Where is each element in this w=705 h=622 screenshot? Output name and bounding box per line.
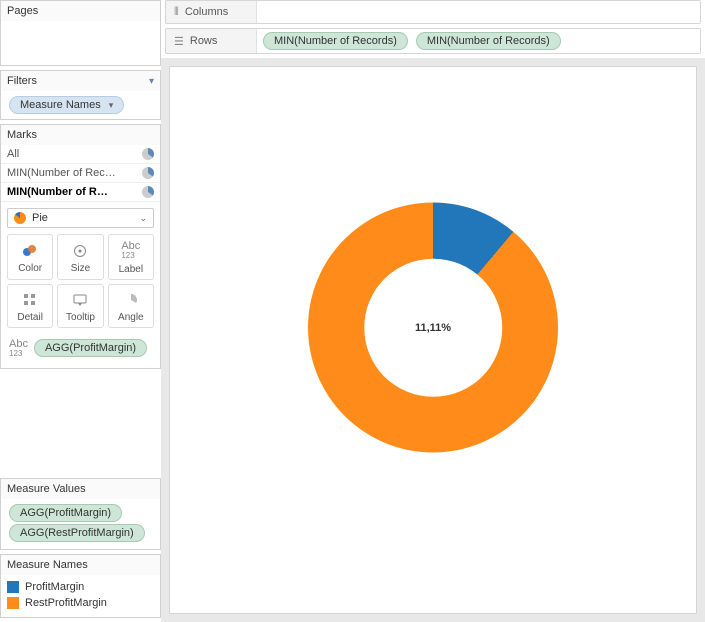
chevron-down-icon[interactable]: ▾ — [109, 100, 114, 111]
pie-icon — [142, 148, 154, 160]
detail-button[interactable]: Detail — [7, 284, 53, 328]
angle-button[interactable]: Angle — [108, 284, 154, 328]
filters-panel: Filters ▾ Measure Names ▾ — [0, 70, 161, 120]
measure-values-header: Measure Values — [1, 479, 160, 499]
detail-icon — [22, 292, 38, 308]
tooltip-button[interactable]: Tooltip — [57, 284, 103, 328]
legend-item-restprofitmargin[interactable]: RestProfitMargin — [7, 595, 154, 611]
tooltip-icon — [72, 292, 88, 308]
color-swatch — [7, 597, 19, 609]
label-icon: Abc123 — [121, 241, 140, 260]
marks-panel: Marks All MIN(Number of Rec… MIN(Number … — [0, 124, 161, 369]
filter-pill-measure-names[interactable]: Measure Names ▾ — [9, 96, 124, 114]
color-button[interactable]: Color — [7, 234, 53, 280]
pie-icon — [142, 167, 154, 179]
marks-header: Marks — [1, 125, 160, 145]
color-icon — [22, 243, 38, 259]
rows-icon: ☰ — [174, 35, 184, 48]
pill-label: Measure Names — [20, 99, 101, 111]
pie-icon — [142, 186, 154, 198]
mark-type-label: Pie — [32, 212, 48, 224]
rows-label: Rows — [190, 35, 218, 47]
cell-label: Label — [119, 264, 143, 275]
angle-icon — [123, 292, 139, 308]
columns-shelf[interactable]: ⦀ Columns — [165, 0, 701, 24]
measure-names-header: Measure Names — [1, 555, 160, 575]
marks-row-all[interactable]: All — [1, 145, 160, 164]
measure-value-pill[interactable]: AGG(RestProfitMargin) — [9, 524, 145, 542]
filters-header[interactable]: Filters ▾ — [1, 71, 160, 91]
mark-pill-profitmargin[interactable]: AGG(ProfitMargin) — [34, 339, 147, 357]
columns-label: Columns — [185, 6, 228, 18]
cell-label: Detail — [17, 312, 43, 323]
filters-body[interactable]: Measure Names ▾ — [1, 91, 160, 119]
measure-value-pill[interactable]: AGG(ProfitMargin) — [9, 504, 122, 522]
legend-item-profitmargin[interactable]: ProfitMargin — [7, 579, 154, 595]
measure-values-panel: Measure Values AGG(ProfitMargin) AGG(Res… — [0, 478, 161, 550]
chart-canvas[interactable]: 11,11% — [169, 66, 697, 614]
donut-center-label: 11,11% — [364, 259, 502, 397]
label-button[interactable]: Abc123 Label — [108, 234, 154, 280]
rows-drop[interactable]: MIN(Number of Records) MIN(Number of Rec… — [256, 29, 700, 53]
donut-chart: 11,11% — [308, 203, 558, 453]
sidebar: Pages Filters ▾ Measure Names ▾ Marks Al… — [0, 0, 161, 622]
columns-icon: ⦀ — [174, 6, 179, 19]
mark-type-select[interactable]: Pie ⌄ — [7, 208, 154, 228]
marks-row-label: MIN(Number of Rec… — [7, 167, 116, 179]
pages-body[interactable] — [1, 21, 160, 65]
label-icon: Abc123 — [9, 339, 28, 358]
pages-panel: Pages — [0, 0, 161, 66]
filters-title: Filters — [7, 75, 37, 87]
marks-row-min1[interactable]: MIN(Number of Rec… — [1, 164, 160, 183]
chevron-down-icon[interactable]: ▾ — [149, 76, 154, 87]
marks-row-min2[interactable]: MIN(Number of R… — [1, 183, 160, 202]
row-pill[interactable]: MIN(Number of Records) — [263, 32, 408, 50]
size-button[interactable]: Size — [57, 234, 103, 280]
cell-label: Angle — [118, 312, 144, 323]
cell-label: Color — [18, 263, 42, 274]
row-pill[interactable]: MIN(Number of Records) — [416, 32, 561, 50]
cell-label: Tooltip — [66, 312, 95, 323]
pie-icon — [14, 212, 26, 224]
shelves: ⦀ Columns ☰ Rows MIN(Number of Records) … — [161, 0, 705, 58]
pages-header: Pages — [1, 1, 160, 21]
marks-dropzone[interactable]: Abc123 AGG(ProfitMargin) — [7, 334, 154, 362]
marks-row-label: All — [7, 148, 19, 160]
rows-shelf[interactable]: ☰ Rows MIN(Number of Records) MIN(Number… — [165, 28, 701, 54]
marks-row-label: MIN(Number of R… — [7, 186, 108, 198]
measure-names-panel: Measure Names ProfitMargin RestProfitMar… — [0, 554, 161, 618]
color-swatch — [7, 581, 19, 593]
size-icon — [72, 243, 88, 259]
main-area: ⦀ Columns ☰ Rows MIN(Number of Records) … — [161, 0, 705, 622]
chevron-down-icon: ⌄ — [139, 213, 147, 224]
columns-drop[interactable] — [256, 1, 700, 23]
legend-label: RestProfitMargin — [25, 597, 107, 609]
legend-label: ProfitMargin — [25, 581, 84, 593]
cell-label: Size — [71, 263, 90, 274]
